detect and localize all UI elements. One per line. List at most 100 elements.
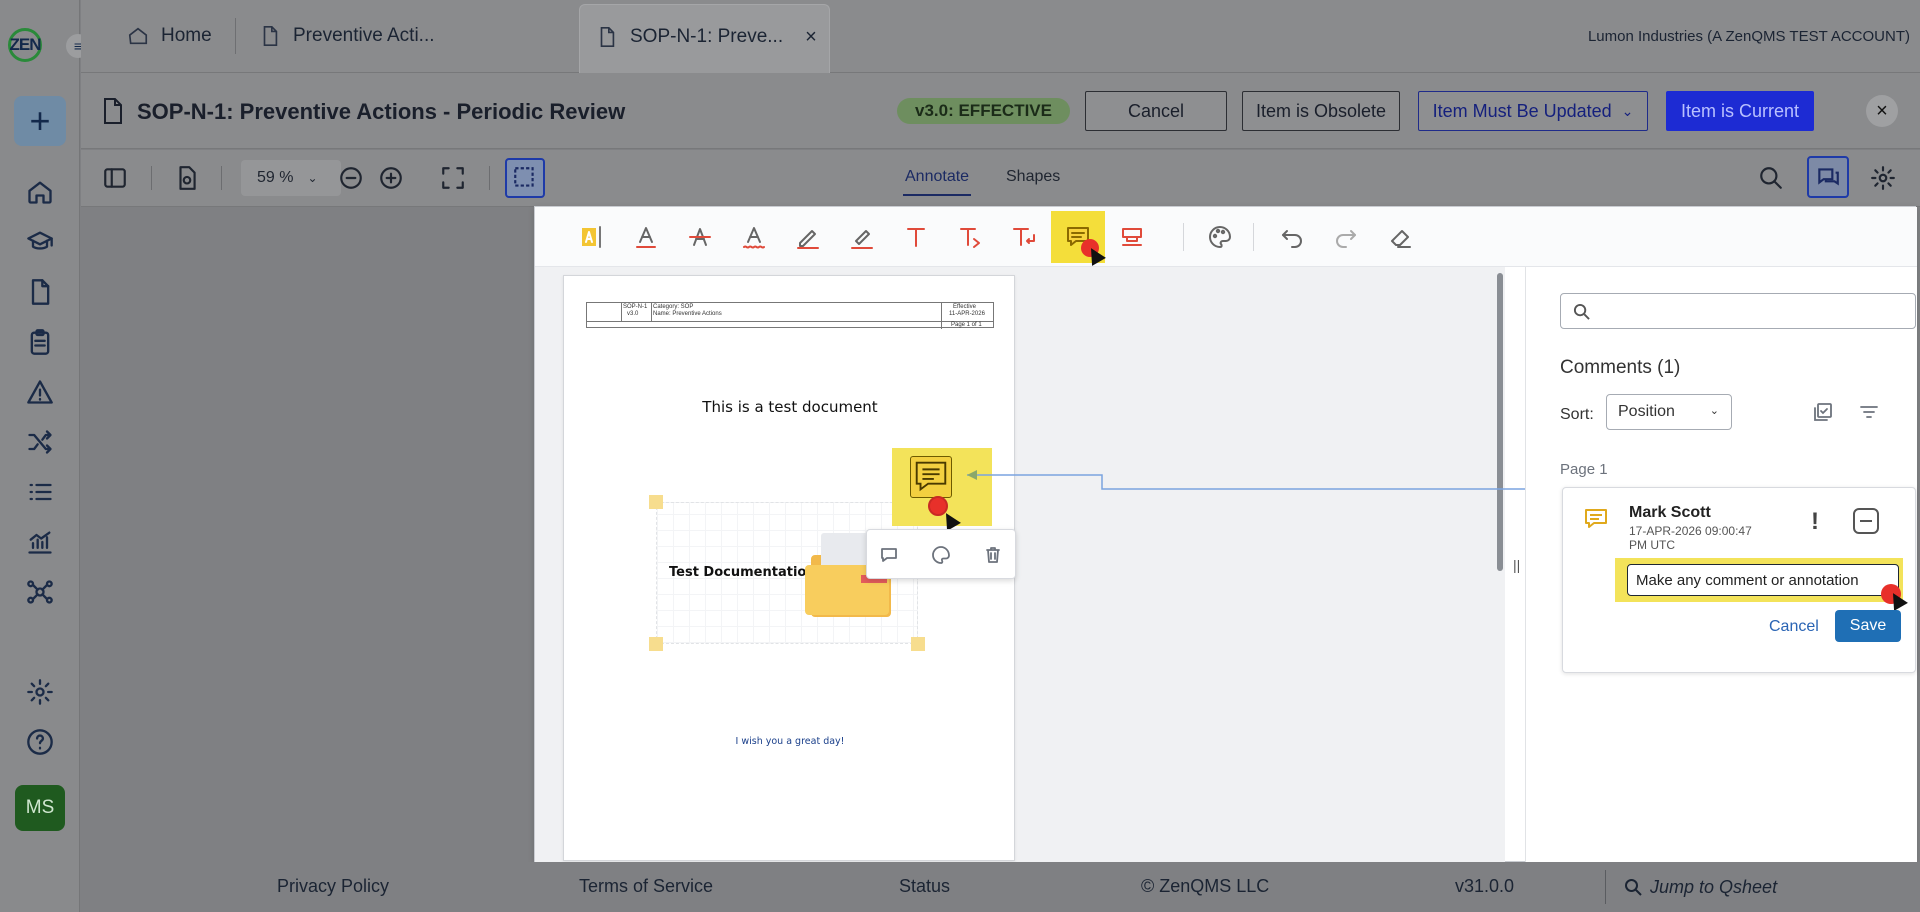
resize-handle[interactable] [649, 495, 663, 509]
nav-reports[interactable] [20, 522, 60, 562]
vertical-scrollbar[interactable] [1497, 273, 1503, 571]
sidebar-toggle-button[interactable] [99, 162, 131, 194]
viewer-toolbar: 59 % ⌄ Annotate Shapes [81, 150, 1920, 207]
tab-shapes[interactable]: Shapes [1006, 168, 1060, 186]
jump-placeholder: Jump to Qsheet [1650, 876, 1778, 897]
nav-forms[interactable] [20, 322, 60, 362]
collapse-icon[interactable] [1853, 508, 1879, 534]
comment-search-input[interactable] [1560, 293, 1916, 329]
priority-icon[interactable]: ! [1811, 508, 1819, 536]
page-group-label: Page 1 [1560, 461, 1608, 478]
comment-note-icon[interactable] [910, 456, 952, 498]
document-page[interactable]: SOP-N-1 v3.0 Category: SOP Name: Prevent… [563, 275, 1016, 861]
delete-button[interactable] [979, 542, 1007, 568]
squiggly-tool[interactable] [727, 211, 781, 263]
redo-button[interactable] [1319, 211, 1373, 263]
header-doc-id: SOP-N-1 [623, 304, 648, 310]
nav-tasks[interactable] [20, 472, 60, 512]
chevron-down-icon: ⌄ [307, 171, 318, 185]
tab-home[interactable]: Home [127, 18, 212, 54]
zoom-in-button[interactable] [375, 162, 407, 194]
filter-icon [1860, 406, 1878, 418]
header-status: Effective [953, 304, 976, 310]
nav-training[interactable] [20, 222, 60, 262]
highlighter-tool[interactable] [835, 211, 889, 263]
page-settings-button[interactable] [171, 162, 203, 194]
sort-value: Position [1618, 403, 1675, 420]
tab-label: Home [161, 25, 212, 46]
tab-label: Preventive Acti... [293, 25, 435, 46]
zoom-select[interactable]: 59 % ⌄ [241, 160, 341, 196]
close-icon[interactable]: × [1866, 95, 1898, 127]
selection-tool-button[interactable] [505, 158, 545, 198]
filter-button[interactable] [1856, 399, 1882, 425]
document-viewport[interactable]: SOP-N-1 v3.0 Category: SOP Name: Prevent… [535, 267, 1520, 863]
viewer-settings-button[interactable] [1867, 162, 1899, 194]
free-text-tool[interactable] [889, 211, 943, 263]
style-button[interactable] [927, 542, 955, 568]
cancel-button[interactable]: Cancel [1085, 91, 1227, 131]
undo-button[interactable] [1265, 211, 1319, 263]
splitter-handle[interactable]: || [1513, 557, 1520, 573]
checklist-icon [1814, 403, 1832, 421]
search-button[interactable] [1755, 162, 1787, 194]
resize-handle[interactable] [649, 637, 663, 651]
item-must-be-updated-button[interactable]: Item Must Be Updated ⌄ [1418, 91, 1648, 131]
zoom-out-button[interactable] [335, 162, 367, 194]
header-page: Page 1 of 1 [951, 322, 982, 328]
text-select-tool[interactable] [565, 211, 619, 263]
zoom-out-icon [340, 167, 362, 189]
resize-handle[interactable] [911, 637, 925, 651]
nav-network[interactable] [20, 572, 60, 612]
privacy-policy-link[interactable]: Privacy Policy [277, 876, 389, 897]
clipboard-icon [30, 329, 50, 355]
comment-save-button[interactable]: Save [1835, 610, 1901, 642]
document-icon [31, 279, 50, 305]
tab-sop-n-1[interactable]: SOP-N-1: Preve... × [579, 4, 830, 73]
header-divider [651, 303, 652, 321]
footer: Privacy Policy Terms of Service Status ©… [81, 862, 1920, 912]
comment-text-input[interactable] [1627, 564, 1899, 596]
color-palette-tool[interactable] [1193, 211, 1247, 263]
search-icon [1760, 167, 1782, 189]
tab-annotate[interactable]: Annotate [902, 168, 972, 196]
comment-icon [881, 548, 897, 562]
terms-of-service-link[interactable]: Terms of Service [579, 876, 713, 897]
comment-card[interactable]: Mark Scott 17-APR-2026 09:00:47 PM UTC !… [1562, 487, 1916, 673]
tab-preventive-actions[interactable]: Preventive Acti... [259, 18, 435, 54]
jump-to-qsheet-input[interactable]: Jump to Qsheet [1605, 870, 1845, 904]
item-is-current-button[interactable]: Item is Current [1666, 91, 1814, 131]
nav-issues[interactable] [20, 372, 60, 412]
nav-home[interactable] [20, 172, 60, 212]
item-obsolete-button[interactable]: Item is Obsolete [1242, 91, 1400, 131]
strikeout-tool[interactable] [673, 211, 727, 263]
nav-documents[interactable] [20, 272, 60, 312]
account-name[interactable]: Lumon Industries (A ZenQMS TEST ACCOUNT) [1588, 28, 1910, 45]
freehand-tool[interactable] [781, 211, 835, 263]
zen-logo[interactable]: ZEN [8, 28, 56, 62]
multi-select-button[interactable] [1810, 399, 1836, 425]
nav-settings[interactable] [20, 672, 60, 712]
text-color-tool[interactable] [619, 211, 673, 263]
tab-close-icon[interactable]: × [805, 26, 817, 49]
add-button[interactable]: + [14, 96, 66, 146]
chart-icon [28, 531, 52, 554]
callout-tool[interactable] [943, 211, 997, 263]
annotation-viewer: SOP-N-1 v3.0 Category: SOP Name: Prevent… [534, 206, 1917, 863]
nav-changes[interactable] [20, 422, 60, 462]
comments-heading: Comments (1) [1560, 357, 1681, 378]
home-icon [128, 27, 148, 45]
comment-note-annotation[interactable] [892, 448, 992, 531]
comments-panel-toggle[interactable] [1807, 156, 1849, 198]
nav-help[interactable] [20, 722, 60, 762]
comment-button[interactable] [875, 542, 903, 568]
status-link[interactable]: Status [899, 876, 950, 897]
comment-cancel-button[interactable]: Cancel [1769, 618, 1819, 636]
stamp-tool[interactable] [1105, 211, 1159, 263]
comment-note-tool[interactable] [1051, 211, 1106, 266]
user-avatar[interactable]: MS [15, 785, 65, 831]
fullscreen-button[interactable] [437, 162, 469, 194]
text-replace-tool[interactable] [997, 211, 1051, 263]
sort-select[interactable]: Position ⌄ [1606, 394, 1732, 430]
eraser-tool[interactable] [1373, 211, 1427, 263]
